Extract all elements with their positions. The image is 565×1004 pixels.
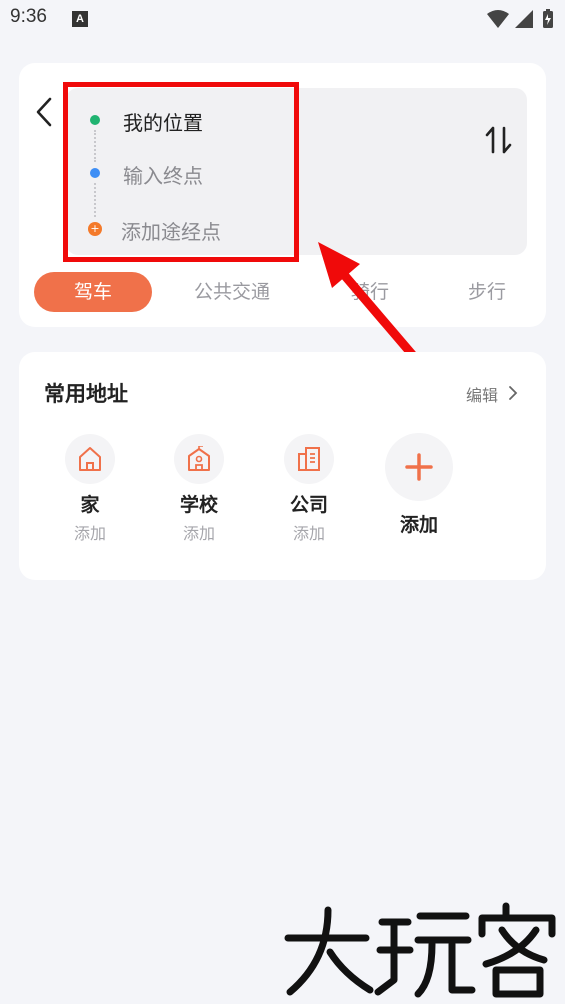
company-shortcut-button[interactable]	[284, 434, 334, 484]
school-shortcut-button[interactable]	[174, 434, 224, 484]
common-address-title: 常用地址	[44, 382, 128, 406]
tab-transit[interactable]: 公共交通	[180, 272, 284, 312]
signal-icon	[515, 10, 533, 28]
company-add-label: 添加	[292, 524, 325, 543]
home-shortcut-button[interactable]	[65, 434, 115, 484]
wifi-icon	[487, 10, 509, 28]
home-label: 家	[80, 494, 100, 516]
home-add-label: 添加	[73, 524, 106, 543]
battery-icon	[543, 9, 553, 28]
system-status-icons	[485, 8, 557, 34]
tab-drive[interactable]: 驾车	[34, 272, 152, 312]
chevron-left-icon	[36, 97, 52, 127]
plus-icon	[405, 453, 433, 481]
annotation-highlight-box	[63, 82, 299, 262]
back-button[interactable]	[32, 96, 56, 128]
chevron-right-icon[interactable]	[508, 385, 518, 401]
swap-route-button[interactable]	[484, 124, 514, 156]
tab-walk[interactable]: 步行	[450, 272, 524, 312]
school-label: 学校	[179, 494, 218, 516]
notification-icon: A	[72, 11, 88, 27]
office-building-icon	[298, 447, 320, 471]
status-bar: 9:36 A	[0, 0, 565, 40]
add-address-label: 添加	[399, 514, 438, 536]
home-icon	[79, 447, 101, 471]
status-time: 9:36	[10, 6, 47, 27]
company-label: 公司	[289, 494, 328, 516]
watermark-logo	[284, 902, 556, 998]
add-address-button[interactable]	[385, 433, 453, 501]
swap-icon	[485, 126, 512, 154]
school-icon	[188, 446, 210, 471]
edit-button[interactable]: 编辑	[466, 382, 498, 406]
school-add-label: 添加	[182, 524, 215, 543]
